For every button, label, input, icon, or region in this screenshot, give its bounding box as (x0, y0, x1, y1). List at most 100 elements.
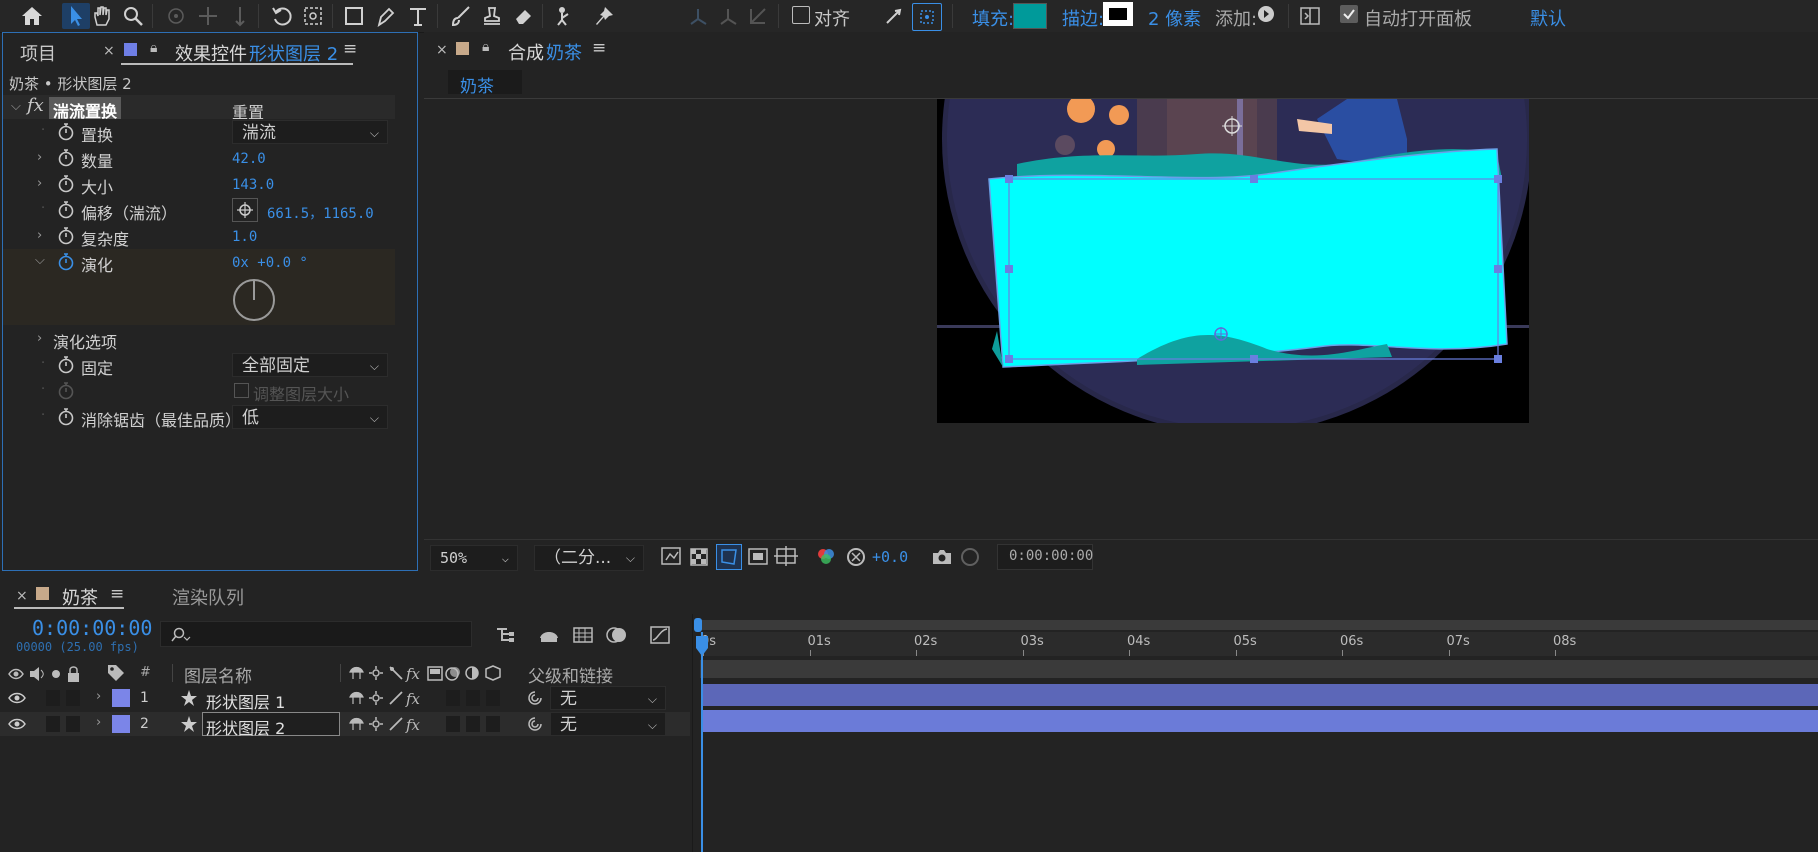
world-axis-icon[interactable] (714, 3, 742, 29)
property-dropdown[interactable]: 低 ⌵ (232, 405, 388, 429)
view-axis-icon[interactable] (744, 3, 772, 29)
puppet-pin-icon[interactable] (590, 3, 618, 29)
close-icon[interactable]: × (436, 42, 448, 58)
resolution-dropdown[interactable]: （二分... ⌵ (534, 545, 644, 571)
stopwatch-icon[interactable] (57, 408, 75, 426)
parent-dropdown[interactable]: 无 ⌵ (550, 712, 666, 736)
home-icon[interactable] (18, 3, 46, 29)
layer-search-input[interactable] (160, 621, 472, 647)
time-ruler[interactable] (700, 632, 1818, 656)
parent-dropdown[interactable]: 无 ⌵ (550, 686, 666, 710)
selection-tool-icon[interactable] (62, 3, 90, 29)
stopwatch-icon[interactable] (57, 356, 75, 374)
comp-title-prefix[interactable]: 合成 (508, 39, 544, 65)
visibility-eye-icon[interactable] (8, 717, 26, 731)
work-area-start-handle[interactable] (694, 618, 702, 632)
layer-expand-icon[interactable]: › (96, 689, 101, 704)
mask-visibility-icon[interactable] (716, 544, 742, 570)
layer-name[interactable]: 形状图层 2 (206, 715, 285, 739)
panel-toggle-icon[interactable] (1296, 3, 1324, 29)
collapse-arrow-icon[interactable]: ⌵ (35, 253, 45, 268)
color-channels-icon[interactable] (814, 544, 838, 570)
timecode-display[interactable]: 0:00:00:00 (997, 544, 1093, 570)
stopwatch-icon[interactable] (57, 175, 75, 193)
effect-name[interactable]: 湍流置换 (53, 98, 117, 122)
playhead-handle[interactable] (694, 636, 710, 658)
eraser-tool-icon[interactable] (510, 3, 538, 29)
workspace-default[interactable]: 默认 (1530, 5, 1566, 31)
expand-arrow-icon[interactable]: › (37, 176, 42, 191)
layer-label-color[interactable] (112, 689, 130, 707)
shy-layers-icon[interactable] (537, 624, 561, 646)
stroke-color-swatch[interactable] (1103, 2, 1133, 26)
comp-title-name[interactable]: 奶茶 (546, 39, 582, 65)
rectangle-tool-icon[interactable] (340, 3, 368, 29)
snap-checkbox[interactable] (792, 6, 810, 24)
anchor-tool-icon[interactable] (299, 3, 327, 29)
property-dropdown[interactable]: 湍流 ⌵ (232, 120, 388, 144)
property-value[interactable]: 0x +0.0 ° (232, 255, 308, 271)
frame-blending-icon[interactable] (571, 624, 595, 646)
layer-bar-2[interactable] (703, 710, 1818, 732)
visibility-eye-icon[interactable] (8, 691, 26, 705)
close-icon[interactable]: × (16, 588, 28, 604)
expand-arrow-icon[interactable]: › (37, 228, 42, 243)
lock-icon[interactable]: 🔒︎ (150, 40, 157, 56)
panel-menu-icon[interactable]: ≡ (343, 39, 357, 59)
stopwatch-icon[interactable] (57, 123, 75, 141)
show-snapshot-icon[interactable] (958, 544, 982, 570)
layer-row[interactable]: › 1 形状图层 1 fx 无 ⌵ (0, 686, 690, 713)
expand-arrow-icon[interactable]: › (37, 331, 42, 346)
preview-toggle-icon[interactable] (660, 544, 684, 570)
crosshair-target-icon[interactable] (232, 198, 258, 222)
layer-switch-icons[interactable]: fx (348, 689, 424, 707)
hand-tool-icon[interactable] (88, 3, 116, 29)
property-value[interactable]: 143.0 (232, 177, 274, 193)
zoom-dropdown[interactable]: 50% ⌵ (430, 545, 518, 571)
comp-viewer[interactable] (937, 99, 1529, 423)
snap-grid-icon[interactable] (912, 3, 942, 31)
expand-arrow-icon[interactable]: › (37, 150, 42, 165)
roto-brush-icon[interactable] (552, 3, 580, 29)
layer-name[interactable]: 形状图层 1 (206, 689, 285, 713)
layer-switch-icons[interactable]: fx (348, 715, 424, 733)
auto-open-checkbox[interactable] (1340, 5, 1358, 23)
effect-expand-icon[interactable]: ⌵ (11, 99, 21, 114)
pan-camera-icon[interactable] (194, 3, 222, 29)
rotate-tool-icon[interactable] (268, 3, 296, 29)
pick-whip-icon[interactable] (526, 715, 544, 733)
local-axis-icon[interactable] (684, 3, 712, 29)
exposure-value[interactable]: +0.0 (872, 548, 908, 566)
tab-project[interactable]: 项目 (20, 40, 56, 66)
pen-tool-icon[interactable] (372, 3, 400, 29)
grid-guides-icon[interactable] (774, 544, 800, 570)
property-value[interactable]: 661.5，1165.0 (267, 203, 374, 223)
text-tool-icon[interactable] (404, 3, 432, 29)
property-value[interactable]: 1.0 (232, 229, 257, 245)
current-time[interactable]: 0:00:00:00 (32, 616, 152, 640)
layer-bar-1[interactable] (703, 684, 1818, 706)
close-icon[interactable]: × (103, 43, 115, 59)
property-value[interactable]: 42.0 (232, 151, 266, 167)
add-menu-icon[interactable] (1258, 6, 1274, 22)
stopwatch-icon[interactable] (57, 201, 75, 219)
stroke-width-value[interactable]: 2 像素 (1148, 5, 1201, 31)
stopwatch-icon[interactable] (57, 253, 75, 271)
brush-tool-icon[interactable] (446, 3, 474, 29)
layer-expand-icon[interactable]: › (96, 715, 101, 730)
dolly-camera-icon[interactable] (226, 3, 254, 29)
playhead-line[interactable] (701, 632, 703, 852)
panel-menu-icon[interactable]: ≡ (110, 584, 124, 604)
snap-options-icon[interactable] (880, 3, 908, 29)
zoom-tool-icon[interactable] (119, 3, 147, 29)
property-dropdown[interactable]: 全部固定 ⌵ (232, 353, 388, 377)
comp-breadcrumb-tab[interactable]: 奶茶 (448, 70, 522, 97)
fill-color-swatch[interactable] (1013, 3, 1047, 29)
evolution-dial[interactable] (231, 277, 277, 323)
clone-stamp-icon[interactable] (478, 3, 506, 29)
exposure-reset-icon[interactable] (844, 544, 868, 570)
transparency-grid-icon[interactable] (688, 544, 712, 570)
stopwatch-icon[interactable] (57, 227, 75, 245)
snapshot-camera-icon[interactable] (930, 544, 954, 570)
pick-whip-icon[interactable] (526, 689, 544, 707)
